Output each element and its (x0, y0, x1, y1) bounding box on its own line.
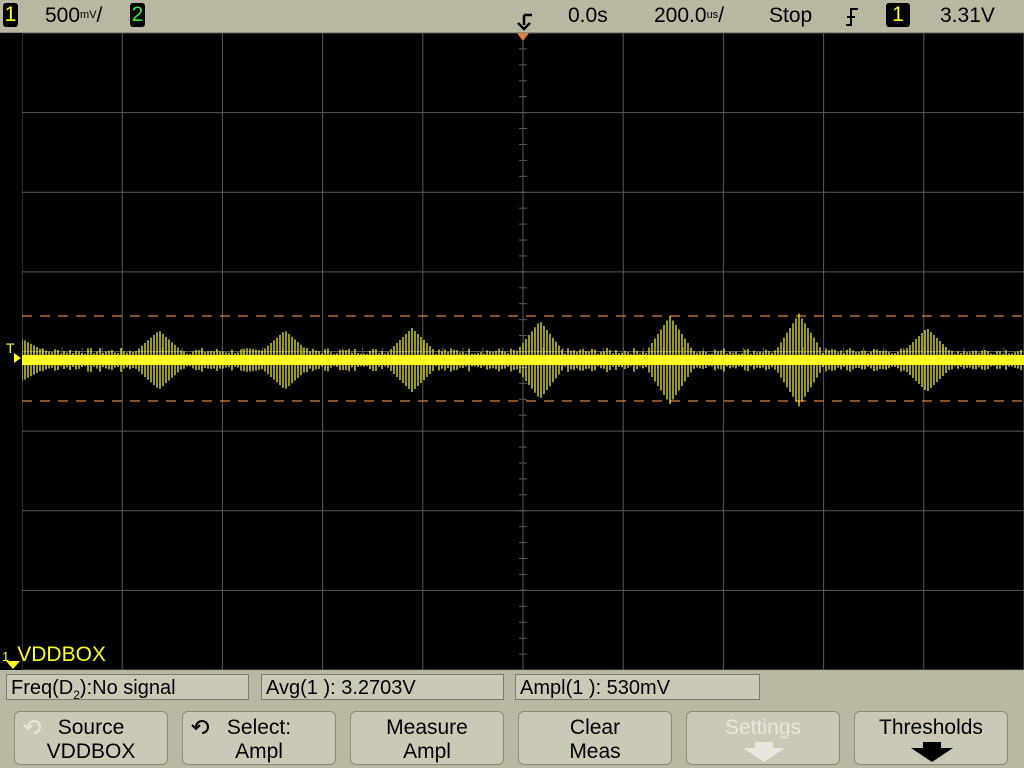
measurement-ampl[interactable]: Ampl(1 ): 530mV (515, 674, 760, 700)
ch1-scale-unit: mV (80, 9, 97, 21)
measurement-freq[interactable]: Freq(D2):No signal (6, 674, 249, 702)
rising-edge-icon (846, 8, 858, 26)
waveform-baseline (22, 355, 1024, 365)
trigger-position-icon (517, 13, 532, 31)
channel-label-number: 1 (2, 649, 10, 664)
channel-label: 1 VDDBOX (2, 643, 106, 667)
time-position: 0.0s (568, 4, 608, 27)
clear-value: Meas (569, 740, 621, 763)
clear-meas-button[interactable]: Clear Meas (518, 711, 672, 765)
trigger-level-marker: T (6, 340, 21, 363)
freq-prefix: Freq(D (11, 677, 74, 699)
select-button[interactable]: Select: Ampl (182, 711, 336, 765)
freq-suffix: ):No signal (79, 677, 176, 699)
settings-label: Settings (725, 716, 801, 739)
select-label: Select: (226, 716, 292, 739)
measure-label: Measure (386, 716, 468, 739)
ch1-scale: 500mV/ (45, 4, 102, 28)
freq-sub: 2 (73, 688, 80, 702)
source-button[interactable]: Source VDDBOX (14, 711, 168, 765)
trigger-source[interactable]: 1 (886, 3, 910, 27)
trigger-level: 3.31V (940, 4, 995, 27)
waveform-display[interactable]: 1 VDDBOX (2, 33, 1024, 670)
softkey-bar: Source VDDBOX Select: Ampl Measure Ampl … (0, 704, 1024, 768)
measure-ampl-button[interactable]: Measure Ampl (350, 711, 504, 765)
measurement-bar: Freq(D2):No signal Avg(1 ): 3.2703V Ampl… (0, 670, 1024, 704)
trigger-marker-label: T (6, 340, 15, 356)
measurement-avg[interactable]: Avg(1 ): 3.2703V (261, 674, 504, 700)
ch1-indicator[interactable]: 1 (3, 3, 18, 27)
time-scale-suffix: / (718, 4, 725, 27)
trigger-time-marker (517, 33, 529, 41)
ch1-scale-suffix: / (96, 4, 103, 27)
status-bar: 1 500mV/ 2 0.0s 200.0us/ Stop 1 3.31V (0, 0, 1024, 33)
time-scale-value: 200.0 (654, 4, 707, 27)
thresholds-button[interactable]: Thresholds (854, 711, 1008, 765)
thresholds-label: Thresholds (879, 716, 983, 739)
clear-label: Clear (569, 716, 621, 739)
select-value: Ampl (235, 740, 283, 763)
time-scale-unit: us (706, 9, 719, 21)
source-value: VDDBOX (46, 740, 136, 763)
down-arrow-icon (743, 742, 785, 762)
waveform-graticule (22, 33, 1024, 670)
measure-value: Ampl (403, 740, 451, 763)
down-arrow-icon (911, 742, 953, 762)
settings-button[interactable]: Settings (686, 711, 840, 765)
source-label: Source (57, 716, 125, 739)
ch1-scale-value: 500 (45, 4, 81, 27)
time-scale: 200.0us/ (654, 4, 724, 28)
ch2-indicator[interactable]: 2 (130, 3, 145, 27)
channel-marker-strip: T (0, 33, 21, 670)
run-state: Stop (769, 4, 813, 27)
channel-label-text: VDDBOX (17, 643, 106, 666)
